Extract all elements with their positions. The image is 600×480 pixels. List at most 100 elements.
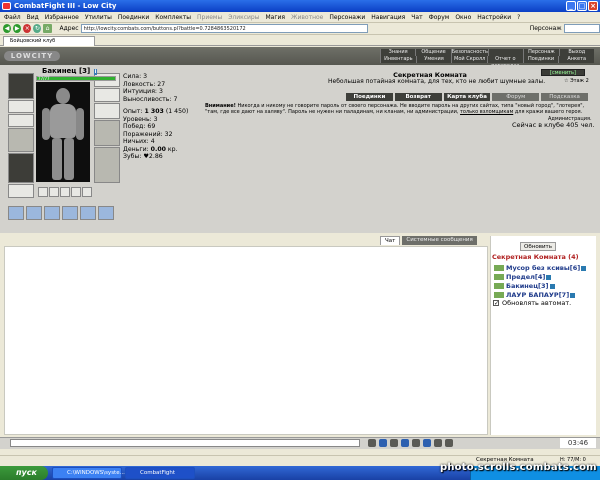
top-nav-item[interactable]: Инвентарь xyxy=(380,56,416,63)
top-nav-item[interactable]: Персонаж xyxy=(523,49,559,56)
exit-icon[interactable] xyxy=(445,439,453,447)
rune3-slot[interactable] xyxy=(60,187,70,197)
top-nav-item[interactable]: Безопасность xyxy=(450,49,488,56)
scroll-slot-4[interactable] xyxy=(62,206,78,220)
task-cmd[interactable]: C:\WINDOWS\syste... xyxy=(52,467,125,479)
belt-slot[interactable] xyxy=(8,184,34,198)
refresh-button[interactable]: Обновить xyxy=(520,242,556,251)
menu-item[interactable]: Утилиты xyxy=(85,14,112,21)
helmet-slot[interactable] xyxy=(8,73,34,99)
menu-item[interactable]: Комплекты xyxy=(155,14,191,21)
address-input[interactable]: http://lowcity.combats.com/buttons.pl?ba… xyxy=(80,24,368,33)
menu-item[interactable]: Файл xyxy=(4,14,21,21)
scroll-slot-5[interactable] xyxy=(80,206,96,220)
user-name[interactable]: Бакинец xyxy=(506,282,538,290)
start-button[interactable]: пуск xyxy=(0,466,48,480)
menu-item[interactable]: Поединки xyxy=(118,14,149,21)
rune5-slot[interactable] xyxy=(82,187,92,197)
user-list-item[interactable]: ЛАУР БАПАУР[7] xyxy=(494,291,576,299)
auto-refresh-option[interactable]: ✓ Обновлять автомат. xyxy=(493,299,571,307)
stat-teeth: Зубы: ♥2.86 xyxy=(123,153,163,160)
user-list-item[interactable]: Предел[4] xyxy=(494,273,552,281)
shield-slot[interactable] xyxy=(94,103,120,119)
top-nav-item[interactable]: Выход xyxy=(558,49,594,56)
sound-icon[interactable] xyxy=(423,439,431,447)
user-list-item[interactable]: Мусор без ксивы[6] xyxy=(494,264,587,272)
stop-icon[interactable]: × xyxy=(23,24,32,33)
top-nav-item[interactable]: Знания xyxy=(380,49,416,56)
menu-item[interactable]: Персонажи xyxy=(329,14,365,21)
thieves-link[interactable]: только взломщикам xyxy=(460,109,513,115)
gloves-slot[interactable] xyxy=(94,88,120,102)
options-icon[interactable] xyxy=(434,439,442,447)
top-nav-item[interactable]: Анкета xyxy=(558,56,595,63)
scroll-slot-3[interactable] xyxy=(44,206,60,220)
menu-item[interactable]: Навигация xyxy=(371,14,405,21)
menu-item[interactable]: ? xyxy=(517,14,520,21)
menu-item[interactable]: Форум xyxy=(429,14,450,21)
home-icon[interactable]: ⌂ xyxy=(43,24,52,33)
menu-item[interactable]: Животное xyxy=(291,14,323,21)
clear-icon[interactable] xyxy=(401,439,409,447)
info-icon[interactable]: i xyxy=(93,69,98,75)
menu-item[interactable]: Вид xyxy=(27,14,39,21)
amulet-slot[interactable] xyxy=(8,114,34,127)
user-name[interactable]: Предел xyxy=(506,273,535,281)
user-name[interactable]: Мусор без ксивы xyxy=(506,264,570,272)
task-combatfight[interactable]: CombatFight xyxy=(125,467,195,479)
minimize-button[interactable]: _ xyxy=(566,1,576,11)
user-name[interactable]: ЛАУР БАПАУР xyxy=(506,291,559,299)
user-info-icon[interactable] xyxy=(570,292,576,298)
back-icon[interactable]: ◀ xyxy=(3,24,12,33)
offhand-slot[interactable] xyxy=(94,120,120,146)
top-nav-item[interactable] xyxy=(487,49,524,56)
menu-item[interactable]: Эликсиры xyxy=(228,14,259,21)
user-info-icon[interactable] xyxy=(546,274,552,280)
menu-item[interactable]: Приемы xyxy=(197,14,222,21)
rune2-slot[interactable] xyxy=(49,187,59,197)
top-nav-item[interactable]: Мой Скролл xyxy=(451,56,488,63)
forward-icon[interactable]: ▶ xyxy=(13,24,22,33)
user-info-icon[interactable] xyxy=(549,283,555,289)
top-nav-item[interactable]: Поединки xyxy=(522,56,559,63)
stat-intuition: Интуиция: 3 xyxy=(123,88,163,95)
chat-input[interactable] xyxy=(10,439,360,447)
boots-slot[interactable] xyxy=(94,147,120,183)
room-action-button[interactable]: Подсказка xyxy=(541,93,588,101)
scroll-slot-1[interactable] xyxy=(8,206,24,220)
chat-tab[interactable]: Системные сообщения xyxy=(402,236,477,245)
top-nav-item[interactable]: Общение xyxy=(415,49,451,56)
menu-item[interactable]: Окно xyxy=(455,14,471,21)
refresh-icon[interactable]: ↻ xyxy=(33,24,42,33)
close-button[interactable]: × xyxy=(588,1,598,11)
tab-club[interactable]: Бойцовский клуб xyxy=(3,36,95,46)
scroll-slot-6[interactable] xyxy=(98,206,114,220)
user-info-icon[interactable] xyxy=(581,265,587,271)
rune4-slot[interactable] xyxy=(71,187,81,197)
chat-tab[interactable]: Чат xyxy=(380,236,401,245)
rune1-slot[interactable] xyxy=(38,187,48,197)
menu-item[interactable]: Чат xyxy=(411,14,422,21)
room-action-button[interactable]: Форум xyxy=(492,93,540,101)
smiles-icon[interactable] xyxy=(368,439,376,447)
menu-item[interactable]: Избранное xyxy=(45,14,79,21)
send-icon[interactable] xyxy=(412,439,420,447)
weapon-slot[interactable] xyxy=(8,128,34,152)
maximize-button[interactable]: □ xyxy=(577,1,587,11)
menu-item[interactable]: Магия xyxy=(265,14,285,21)
menu-item[interactable]: Настройки xyxy=(477,14,511,21)
earrings-slot[interactable] xyxy=(8,100,34,113)
search-input[interactable] xyxy=(563,24,600,33)
room-change-button[interactable]: [сменить] xyxy=(541,69,585,76)
auto-refresh-checkbox[interactable]: ✓ xyxy=(493,300,499,307)
room-action-button[interactable]: Возврат xyxy=(394,93,442,101)
top-nav-item[interactable]: Отчет о переводах xyxy=(487,56,523,69)
user-list-item[interactable]: Бакинец[3] xyxy=(494,282,555,290)
filter-icon[interactable] xyxy=(390,439,398,447)
room-action-button[interactable]: Карта клуба xyxy=(443,93,491,101)
armor-slot[interactable] xyxy=(8,153,34,183)
top-nav-item[interactable]: Умения xyxy=(415,56,452,63)
room-action-button[interactable]: Поединки xyxy=(346,93,393,101)
scroll-slot-2[interactable] xyxy=(26,206,42,220)
translit-icon[interactable] xyxy=(379,439,387,447)
